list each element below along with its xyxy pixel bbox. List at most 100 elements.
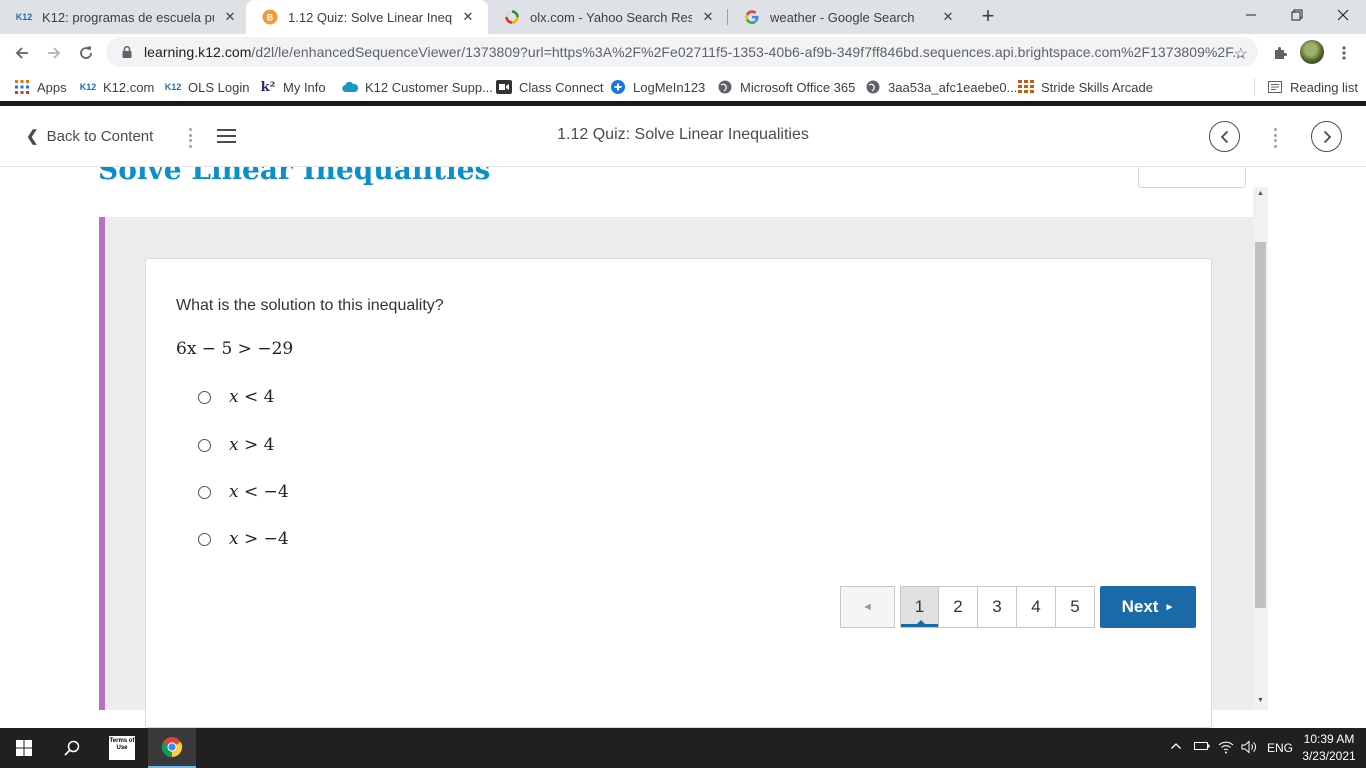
chevron-left-icon — [1220, 130, 1228, 143]
bookmark-3aa53a[interactable]: 3aa53a_afc1eaebe0... — [865, 78, 1017, 96]
wifi-icon[interactable] — [1218, 740, 1234, 757]
brightspace-favicon: B — [262, 9, 278, 25]
system-clock[interactable]: 10:39 AM 3/23/2021 — [1296, 731, 1362, 765]
k12-icon: K12 — [164, 82, 182, 92]
search-button[interactable] — [48, 728, 96, 768]
restore-button[interactable] — [1274, 0, 1320, 30]
more-vertical-icon — [1342, 46, 1346, 60]
bookmark-star-icon[interactable]: ☆ — [1234, 44, 1248, 64]
class-connect-icon — [496, 79, 512, 95]
chrome-taskbar-button[interactable] — [148, 728, 196, 768]
bookmark-office-365[interactable]: Microsoft Office 365 — [717, 78, 855, 96]
content-title: 1.12 Quiz: Solve Linear Inequalities — [557, 126, 809, 143]
answer-choice-1[interactable]: x < 4 — [198, 387, 274, 407]
k12-favicon: K12 — [15, 12, 33, 22]
bookmark-customer-support[interactable]: K12 Customer Supp... — [342, 78, 493, 96]
close-icon[interactable]: ✕ — [460, 9, 476, 25]
choice-variable: x — [229, 435, 239, 455]
bookmark-label: K12 Customer Supp... — [365, 79, 493, 95]
clock-time: 10:39 AM — [1303, 732, 1355, 746]
choice-text: x < 4 — [229, 387, 274, 407]
reload-button[interactable] — [72, 39, 100, 67]
salesforce-cloud-icon — [342, 79, 358, 95]
bookmark-label: LogMeIn123 — [633, 79, 706, 95]
new-tab-button[interactable]: + — [976, 5, 1000, 29]
radio-button[interactable] — [198, 485, 211, 499]
bookmark-apps[interactable]: Apps — [14, 78, 67, 96]
choice-number: −4 — [263, 482, 289, 502]
tab-title: olx.com - Yahoo Search Results — [530, 9, 692, 25]
scroll-down-icon[interactable]: ▼ — [1253, 694, 1268, 708]
bookmarks-bar: Apps K12 K12.com K12 OLS Login k² My Inf… — [0, 72, 1366, 101]
answer-choice-2[interactable]: x > 4 — [198, 435, 274, 455]
bookmark-label: Class Connect — [519, 79, 604, 95]
tab-quiz[interactable]: B 1.12 Quiz: Solve Linear Inequaliti ✕ — [246, 0, 488, 34]
radio-button[interactable] — [198, 532, 211, 546]
close-icon[interactable]: ✕ — [700, 9, 716, 25]
arcade-grid-icon — [1018, 79, 1034, 95]
reading-list-button[interactable]: Reading list — [1267, 78, 1358, 96]
start-button[interactable] — [0, 728, 48, 768]
choice-number: 4 — [263, 387, 275, 407]
minimize-button[interactable] — [1228, 0, 1274, 30]
choice-variable: x — [229, 529, 239, 549]
answer-choice-4[interactable]: x > −4 — [198, 529, 289, 549]
tab-title: weather - Google Search — [770, 9, 915, 25]
page-5-button[interactable]: 5 — [1056, 586, 1095, 628]
tab-k12[interactable]: K12 K12: programas de escuela públic ✕ — [0, 0, 250, 34]
choice-variable: x — [229, 387, 239, 407]
browser-menu-button[interactable] — [1330, 39, 1358, 67]
scrollbar-thumb[interactable] — [1255, 242, 1266, 608]
lock-icon — [122, 45, 132, 58]
globe-icon — [717, 79, 733, 95]
bookmark-k12[interactable]: K12 K12.com — [80, 78, 155, 96]
close-icon[interactable]: ✕ — [940, 9, 956, 25]
profile-avatar[interactable] — [1300, 40, 1324, 64]
terms-of-use-app[interactable]: Terms of Use — [98, 728, 146, 768]
forward-button[interactable] — [40, 39, 68, 67]
bookmark-label: Apps — [37, 79, 67, 95]
previous-page-button[interactable]: ◄ — [840, 586, 895, 628]
battery-icon[interactable] — [1194, 740, 1210, 755]
address-bar[interactable]: learning.k12.com/d2l/le/enhancedSequence… — [106, 37, 1258, 67]
close-icon[interactable]: ✕ — [222, 9, 238, 25]
answer-choice-3[interactable]: x < −4 — [198, 482, 289, 502]
bookmark-ols-login[interactable]: K12 OLS Login — [164, 78, 250, 96]
close-window-button[interactable] — [1320, 0, 1366, 30]
back-button[interactable] — [8, 39, 36, 67]
radio-button[interactable] — [198, 390, 211, 404]
choice-relation: > — [238, 435, 264, 455]
choice-relation: < — [238, 387, 264, 407]
radio-button[interactable] — [198, 438, 211, 452]
next-button[interactable]: Next ► — [1100, 586, 1196, 628]
scroll-up-icon[interactable]: ▲ — [1253, 187, 1268, 201]
section-heading: Solve Linear Inequalities — [98, 167, 491, 186]
chevron-up-icon[interactable] — [1170, 740, 1182, 755]
page-3-button[interactable]: 3 — [978, 586, 1017, 628]
bookmark-label: Microsoft Office 365 — [740, 79, 856, 95]
previous-topic-button[interactable] — [1209, 121, 1240, 152]
extensions-button[interactable] — [1266, 39, 1294, 67]
bookmark-class-connect[interactable]: Class Connect — [496, 78, 604, 96]
bookmark-label: Stride Skills Arcade — [1041, 79, 1153, 95]
language-indicator[interactable]: ENG — [1267, 741, 1293, 755]
bookmark-logmein[interactable]: LogMeIn123 — [610, 78, 705, 96]
question-pagination: ◄ 1 2 3 4 5 Next ► — [840, 586, 1196, 628]
url-path: /d2l/le/enhancedSequenceViewer/1373809?u… — [251, 44, 1245, 60]
bookmark-stride-arcade[interactable]: Stride Skills Arcade — [1018, 78, 1153, 96]
tab-weather[interactable]: weather - Google Search ✕ — [728, 0, 968, 34]
reading-list-label: Reading list — [1290, 79, 1358, 95]
page-2-button[interactable]: 2 — [939, 586, 978, 628]
tab-olx[interactable]: olx.com - Yahoo Search Results ✕ — [488, 0, 728, 34]
clock-date: 3/23/2021 — [1302, 749, 1356, 763]
apps-grid-icon — [14, 79, 30, 95]
choice-text: x > −4 — [229, 529, 289, 549]
volume-icon[interactable] — [1241, 740, 1257, 757]
bookmark-label: K12.com — [103, 79, 155, 95]
accent-bar — [99, 217, 105, 710]
next-topic-button[interactable] — [1311, 121, 1342, 152]
bookmark-my-info[interactable]: k² My Info — [260, 78, 326, 96]
page-1-button[interactable]: 1 — [900, 586, 939, 628]
page-4-button[interactable]: 4 — [1017, 586, 1056, 628]
question-prompt: What is the solution to this inequality? — [176, 297, 444, 314]
